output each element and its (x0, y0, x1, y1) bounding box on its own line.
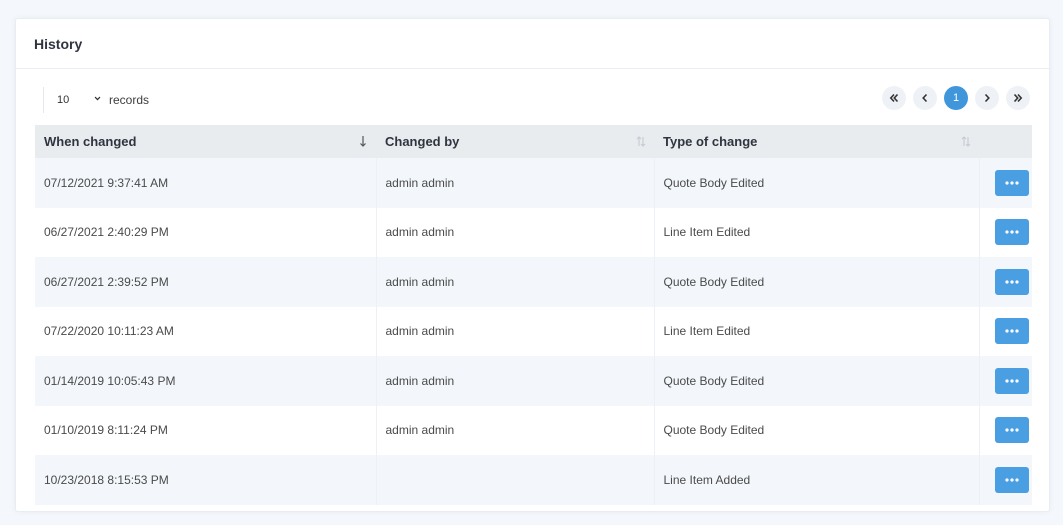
cell-when-changed: 06/27/2021 2:39:52 PM (35, 257, 377, 307)
ellipsis-icon (1005, 280, 1019, 284)
cell-actions (979, 306, 1032, 356)
table-row: 07/12/2021 9:37:41 AM admin admin Quote … (35, 158, 1032, 208)
column-header-label: When changed (44, 134, 137, 149)
records-control: 10 records (43, 85, 149, 115)
row-actions-button[interactable] (994, 417, 1029, 444)
cell-changed-by: admin admin (376, 356, 655, 406)
table-row: 06/27/2021 2:39:52 PM admin admin Quote … (35, 257, 1032, 307)
records-label: records (109, 93, 150, 107)
ellipsis-icon (1005, 379, 1019, 383)
double-chevron-left-icon (889, 93, 899, 103)
page-size-value: 10 (57, 94, 70, 106)
cell-when-changed: 07/22/2020 10:11:23 AM (35, 306, 377, 356)
last-page-button[interactable] (1006, 86, 1030, 110)
ellipsis-icon (1005, 329, 1019, 333)
panel-title: History (34, 35, 83, 52)
cell-changed-by: admin admin (376, 257, 655, 307)
table-row: 07/22/2020 10:11:23 AM admin admin Line … (35, 306, 1032, 356)
chevron-left-icon (922, 93, 928, 103)
row-actions-button[interactable] (994, 169, 1029, 196)
chevron-right-icon (984, 93, 990, 103)
first-page-button[interactable] (882, 86, 906, 110)
column-header-label: Changed by (385, 134, 460, 149)
ellipsis-icon (1005, 478, 1019, 482)
cell-when-changed: 01/10/2019 8:11:24 PM (35, 405, 377, 455)
ellipsis-icon (1005, 230, 1019, 234)
column-header-actions (979, 125, 1032, 158)
next-page-button[interactable] (975, 86, 999, 110)
sort-descending-icon (360, 136, 366, 147)
cell-actions (979, 455, 1032, 505)
sort-icon (961, 136, 971, 147)
cell-changed-by: admin admin (376, 158, 655, 208)
cell-when-changed: 07/12/2021 9:37:41 AM (35, 158, 377, 208)
table-header-row: When changed Changed by Type of change (35, 125, 1032, 158)
pagination: 1 (882, 86, 1030, 110)
panel-header: History (16, 19, 1049, 69)
cell-type-of-change: Quote Body Edited (654, 356, 980, 406)
chevron-down-icon (94, 96, 101, 101)
row-actions-button[interactable] (994, 268, 1029, 295)
cell-type-of-change: Line Item Added (654, 455, 980, 505)
current-page-label: 1 (952, 92, 960, 104)
cell-actions (979, 158, 1032, 208)
column-header-label: Type of change (663, 134, 758, 149)
sort-icon (636, 136, 646, 147)
page-size-select[interactable]: 10 (43, 87, 101, 113)
column-header-type-of-change[interactable]: Type of change (654, 125, 979, 158)
cell-actions (979, 257, 1032, 307)
cell-changed-by (376, 455, 655, 505)
cell-when-changed: 06/27/2021 2:40:29 PM (35, 207, 377, 257)
cell-actions (979, 356, 1032, 406)
cell-type-of-change: Line Item Edited (654, 306, 980, 356)
table-row: 10/23/2018 8:15:53 PM Line Item Added (35, 455, 1032, 505)
cell-type-of-change: Quote Body Edited (654, 405, 980, 455)
cell-type-of-change: Line Item Edited (654, 207, 980, 257)
table-row: 01/10/2019 8:11:24 PM admin admin Quote … (35, 405, 1032, 455)
cell-type-of-change: Quote Body Edited (654, 158, 980, 208)
row-actions-button[interactable] (994, 318, 1029, 345)
ellipsis-icon (1005, 181, 1019, 185)
column-header-changed-by[interactable]: Changed by (376, 125, 654, 158)
row-actions-button[interactable] (994, 367, 1029, 394)
cell-changed-by: admin admin (376, 207, 655, 257)
row-actions-button[interactable] (994, 219, 1029, 246)
table-row: 01/14/2019 10:05:43 PM admin admin Quote… (35, 356, 1032, 406)
row-actions-button[interactable] (994, 466, 1029, 493)
ellipsis-icon (1005, 428, 1019, 432)
cell-when-changed: 10/23/2018 8:15:53 PM (35, 455, 377, 505)
table-toolbar: 10 records 1 (16, 85, 1049, 115)
prev-page-button[interactable] (913, 86, 937, 110)
cell-type-of-change: Quote Body Edited (654, 257, 980, 307)
table-row: 06/27/2021 2:40:29 PM admin admin Line I… (35, 207, 1032, 257)
cell-actions (979, 405, 1032, 455)
page-1-button[interactable]: 1 (944, 86, 968, 110)
column-header-when-changed[interactable]: When changed (35, 125, 376, 158)
cell-changed-by: admin admin (376, 405, 655, 455)
double-chevron-right-icon (1013, 93, 1023, 103)
cell-changed-by: admin admin (376, 306, 655, 356)
history-panel: History 10 records 1 When changed Change… (15, 18, 1050, 512)
history-table: When changed Changed by Type of change 0… (35, 125, 1032, 505)
cell-actions (979, 207, 1032, 257)
cell-when-changed: 01/14/2019 10:05:43 PM (35, 356, 377, 406)
